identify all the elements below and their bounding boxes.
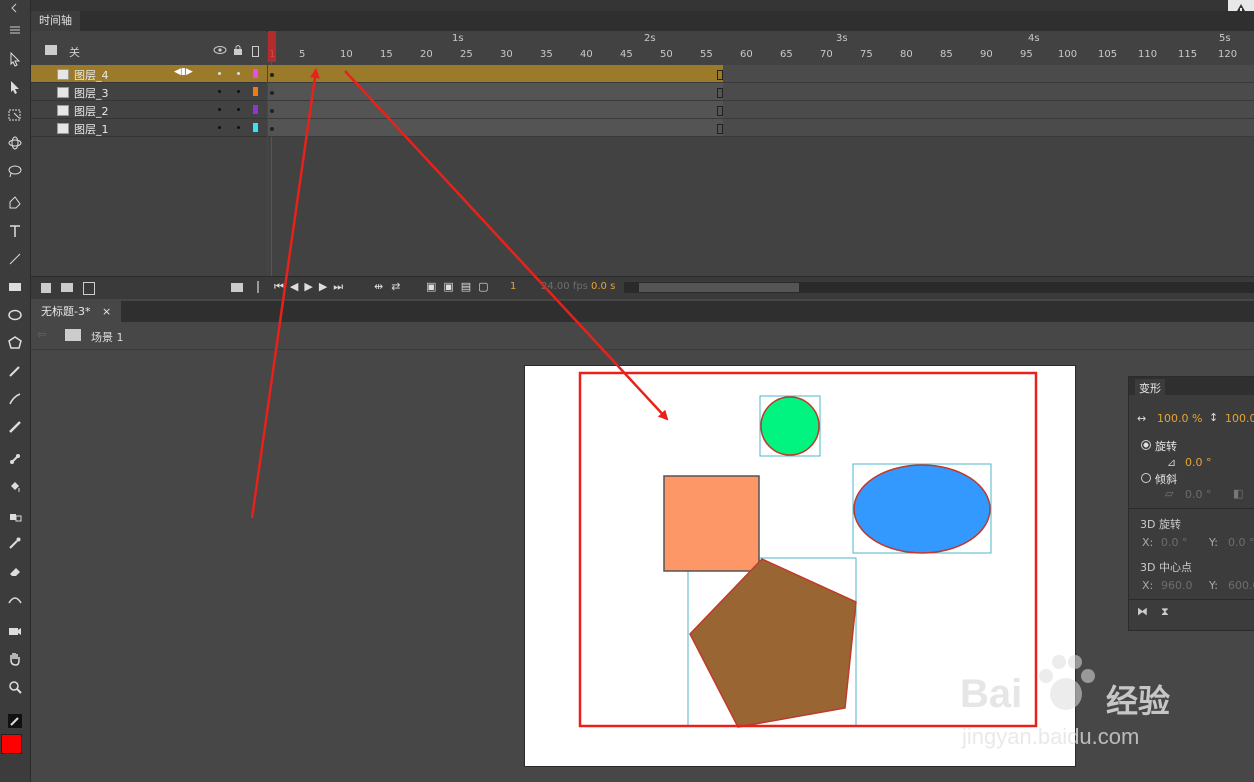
center3d-y-value[interactable]: 600.0 (1228, 579, 1254, 592)
duplicate-transform-icon[interactable]: ⧓ (1137, 605, 1148, 618)
angle-icon: ⊿ (1167, 456, 1177, 469)
watermark-brand: Bai (960, 672, 1023, 716)
baidu-paw-logo-icon (1039, 655, 1095, 710)
baidu-watermark: Bai 经验 (960, 655, 1200, 720)
height-scale-value[interactable]: 100.0 (1225, 412, 1254, 425)
rotate-value[interactable]: 0.0 ° (1185, 456, 1212, 469)
height-scale-icon: ↕ (1209, 411, 1219, 424)
skew-vertical-icon: ◧ (1233, 487, 1244, 500)
transform-panel: 变形 ↔ 100.0 % ↕ 100.0 旋转 ⊿ 0.0 ° 倾斜 ▱ 0.0… (1128, 376, 1254, 631)
width-scale-value[interactable]: 100.0 % (1157, 412, 1202, 425)
skew-radio[interactable] (1141, 473, 1151, 483)
annotation-arrow (344, 70, 669, 421)
width-scale-icon: ↔ (1137, 412, 1147, 425)
skew-label: 倾斜 (1155, 473, 1177, 486)
annotation-arrow (250, 68, 320, 519)
watermark-url: jingyan.baidu.com (962, 724, 1140, 749)
center3d-x-value[interactable]: 960.0 (1161, 579, 1193, 592)
square-shape[interactable] (663, 475, 760, 572)
x-label: X: (1142, 579, 1154, 592)
y-label: Y: (1209, 579, 1218, 592)
center3d-label: 3D 中心点 (1140, 561, 1192, 574)
rotate3d-label: 3D 旋转 (1140, 518, 1181, 531)
transform-panel-header: 变形 (1129, 377, 1254, 397)
skew-value[interactable]: 0.0 ° (1185, 488, 1212, 501)
remove-transform-icon[interactable]: ⧗ (1161, 605, 1169, 619)
divider (1129, 508, 1254, 509)
rotate-label: 旋转 (1155, 440, 1177, 453)
y-label: Y: (1209, 536, 1218, 549)
rotate3d-y-value[interactable]: 0.0 ° (1228, 536, 1254, 549)
divider (1129, 599, 1254, 600)
rotate-radio[interactable] (1141, 440, 1151, 450)
ellipse-shape[interactable] (853, 464, 991, 554)
tab-transform[interactable]: 变形 (1135, 379, 1165, 397)
watermark-brand-cn: 经验 (1106, 682, 1171, 720)
circle-shape[interactable] (760, 396, 820, 456)
rotate3d-x-value[interactable]: 0.0 ° (1161, 536, 1188, 549)
skew-icon: ▱ (1165, 487, 1174, 500)
x-label: X: (1142, 536, 1154, 549)
pentagon-shape[interactable] (689, 558, 857, 728)
